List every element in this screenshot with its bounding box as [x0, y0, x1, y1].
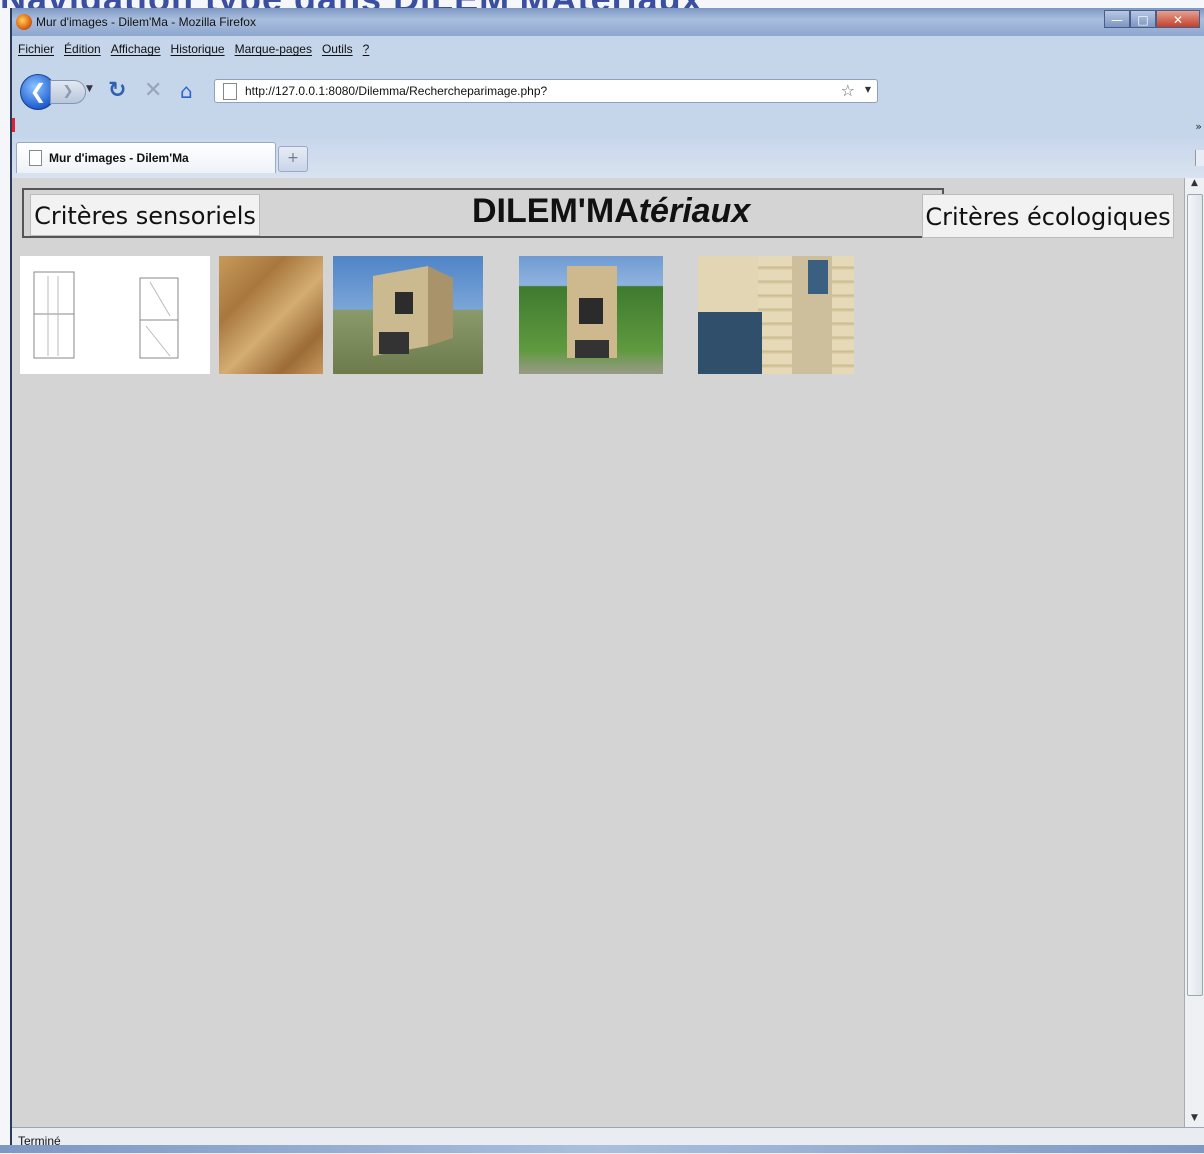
maximize-button[interactable]: □: [1130, 10, 1156, 28]
menu-marque-pages[interactable]: Marque-pages: [235, 42, 312, 62]
tab-mur-d-images[interactable]: Mur d'images - Dilem'Ma: [16, 142, 276, 173]
firefox-icon: [16, 14, 32, 30]
new-tab-button[interactable]: +: [278, 146, 308, 172]
page-content: Critères sensoriels DILEM'MAtériaux Crit…: [12, 178, 1186, 1127]
menu-fichier[interactable]: Fichier: [18, 42, 54, 62]
page-icon: [223, 83, 237, 100]
menu-historique[interactable]: Historique: [171, 42, 225, 62]
wood-facade-image[interactable]: [698, 256, 854, 374]
tab-strip: Mur d'images - Dilem'Ma +: [12, 138, 1204, 178]
vertical-scrollbar[interactable]: ▲ ▼: [1184, 178, 1204, 1127]
stone-texture-image[interactable]: [219, 256, 323, 374]
site-title-main: DILEM'MA: [472, 192, 639, 230]
scroll-up-icon[interactable]: ▲: [1185, 178, 1204, 192]
navigation-toolbar: ❮ ❯ ▼ ↻ ✕ ⌂ ☆ ▼: [12, 68, 1204, 116]
page-icon: [29, 150, 42, 166]
bookmarks-overflow-icon[interactable]: »: [1195, 120, 1202, 133]
window-controls: — □ ✕: [1104, 10, 1200, 28]
drawing-image[interactable]: [20, 256, 210, 374]
history-dropdown-icon[interactable]: ▼: [86, 84, 93, 94]
taskbar: [0, 1145, 1204, 1153]
title-bar: Mur d'images - Dilem'Ma - Mozilla Firefo…: [12, 8, 1204, 36]
close-button[interactable]: ✕: [1156, 10, 1200, 28]
scroll-down-icon[interactable]: ▼: [1185, 1113, 1204, 1127]
site-title-italic: tériaux: [638, 192, 751, 230]
house-photo-image[interactable]: [333, 256, 483, 374]
menu-affichage[interactable]: Affichage: [111, 42, 161, 62]
menu-edition[interactable]: Édition: [64, 42, 101, 62]
scroll-thumb[interactable]: [1187, 194, 1203, 996]
minimize-button[interactable]: —: [1104, 10, 1130, 28]
criteres-ecologiques-button[interactable]: Critères écologiques: [922, 194, 1174, 238]
stop-icon[interactable]: ✕: [144, 80, 162, 102]
menu-help[interactable]: ?: [363, 42, 370, 62]
forward-arrow-icon[interactable]: ❯: [50, 80, 86, 104]
reload-icon[interactable]: ↻: [108, 80, 126, 102]
url-input[interactable]: [245, 82, 825, 100]
url-dropdown-icon[interactable]: ▼: [865, 85, 871, 94]
bookmark-marker: [12, 118, 15, 132]
browser-window: Mur d'images - Dilem'Ma - Mozilla Firefo…: [10, 8, 1204, 1154]
criteres-sensoriels-button[interactable]: Critères sensoriels: [30, 194, 260, 236]
bookmark-star-icon[interactable]: ☆: [841, 81, 855, 100]
menu-outils[interactable]: Outils: [322, 42, 353, 62]
tab-label: Mur d'images - Dilem'Ma: [49, 151, 189, 165]
url-bar[interactable]: ☆ ▼: [214, 79, 878, 103]
site-title: DILEM'MAtériaux: [472, 192, 750, 231]
home-icon[interactable]: ⌂: [180, 80, 193, 102]
tab-scroll-button[interactable]: [1195, 150, 1204, 166]
window-title: Mur d'images - Dilem'Ma - Mozilla Firefo…: [36, 15, 256, 29]
menu-bar: Fichier Édition Affichage Historique Mar…: [12, 42, 1204, 62]
slide-title: Navigation type dans DILEM'MAtériaux: [0, 0, 900, 8]
house-front-photo-image[interactable]: [519, 256, 663, 374]
bookmarks-toolbar: »: [12, 116, 1204, 138]
